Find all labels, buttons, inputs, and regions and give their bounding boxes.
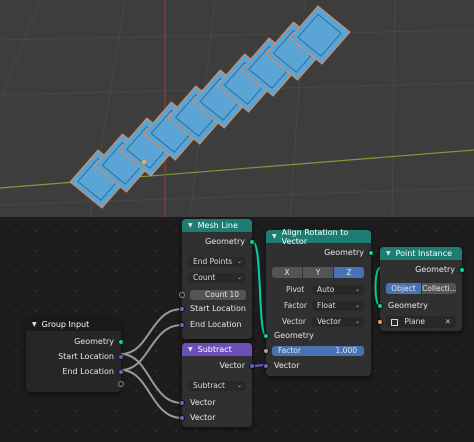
end-location-output-socket[interactable] (118, 369, 124, 375)
geometry-output-socket[interactable] (118, 339, 124, 345)
subtract-title: Subtract (197, 345, 232, 354)
pivot-dropdown[interactable]: Auto ⌄ (312, 285, 364, 295)
factor-type-dropdown[interactable]: Float ⌄ (312, 301, 364, 311)
group-input-header[interactable]: ▼ Group Input (26, 318, 121, 331)
plane-object-icon (391, 318, 398, 326)
align-geometry-input: Geometry (274, 331, 314, 340)
align-rotation-title: Align Rotation to Vector (281, 227, 349, 246)
operation-dropdown[interactable]: Subtract ⌄ (188, 381, 246, 391)
count-method-value: Count (193, 273, 216, 282)
count-value: 10 (229, 290, 239, 299)
align-vector-input: Vector (274, 361, 300, 370)
empty-output-socket[interactable] (118, 381, 124, 387)
align-rotation-header[interactable]: ▼ Align Rotation to Vector (266, 227, 371, 246)
node-editor[interactable]: ▼ Mesh Line Geometry End Points ⌄ Count … (0, 217, 474, 442)
subtract-node[interactable]: ▼ Subtract Vector Subtract ⌄ Vector Vect… (179, 343, 255, 427)
factor-field-value: 1.000 (335, 346, 357, 355)
subtract-vector-output: Vector (219, 361, 246, 370)
vector-type-dropdown[interactable]: Vector ⌄ (312, 317, 364, 327)
object-input-socket[interactable] (377, 319, 383, 325)
group-input-node[interactable]: ▼ Group Input Geometry Start Location En… (26, 318, 124, 392)
pivot-value: Auto (317, 285, 335, 294)
point-instance-geometry-output: Geometry (415, 265, 455, 274)
chevron-down-icon: ⌄ (236, 382, 242, 389)
object-picker[interactable]: Plane ✕ (386, 316, 456, 328)
subtract-vector-a-input: Vector (190, 398, 216, 407)
chevron-down-icon: ⌄ (354, 302, 360, 309)
chevron-down-icon: ⌄ (354, 286, 360, 293)
collapse-arrow-icon[interactable]: ▼ (32, 321, 37, 328)
link-meshline-to-align (252, 241, 267, 337)
collapse-arrow-icon[interactable]: ▼ (188, 346, 193, 353)
count-field[interactable]: Count 10 (190, 290, 246, 300)
chevron-down-icon: ⌄ (354, 318, 360, 325)
factor-type-label: Factor (284, 301, 307, 310)
plane-instances (69, 5, 351, 209)
start-location-input: Start Location (190, 304, 246, 313)
origin-point (141, 159, 147, 165)
group-start-location-output: Start Location (58, 352, 114, 361)
point-instance-node[interactable]: ▼ Point Instance Geometry Object Collect… (377, 247, 465, 331)
align-geometry-output: Geometry (324, 248, 364, 257)
clear-icon[interactable]: ✕ (445, 316, 451, 328)
point-instance-title: Point Instance (395, 249, 453, 258)
end-location-input: End Location (190, 320, 242, 329)
group-end-location-output: End Location (62, 367, 114, 376)
collapse-arrow-icon[interactable]: ▼ (386, 250, 391, 257)
axis-z-button[interactable]: Z (334, 267, 364, 278)
mesh-line-title: Mesh Line (197, 221, 238, 230)
vector-output-socket[interactable] (249, 363, 255, 369)
pivot-label: Pivot (286, 285, 305, 294)
collection-tab-button[interactable]: Collecti... (422, 283, 457, 294)
link-end-to-subtract (120, 369, 183, 419)
viewport-scene (0, 0, 474, 217)
group-input-title: Group Input (41, 320, 90, 329)
subtract-vector-b-input: Vector (190, 413, 216, 422)
start-location-output-socket[interactable] (118, 354, 124, 360)
object-value: Plane (404, 317, 425, 326)
align-rotation-node[interactable]: ▼ Align Rotation to Vector Geometry X Y … (263, 227, 374, 376)
chevron-down-icon: ⌄ (236, 258, 242, 265)
count-input-socket[interactable] (179, 292, 185, 298)
3d-viewport[interactable] (0, 0, 474, 217)
chevron-down-icon: ⌄ (236, 274, 242, 281)
point-instance-header[interactable]: ▼ Point Instance (380, 247, 462, 260)
factor-type-value: Float (317, 301, 336, 310)
operation-value: Subtract (193, 381, 225, 390)
factor-field-label: Factor (278, 346, 301, 355)
group-geometry-output: Geometry (74, 337, 114, 346)
geometry-output-socket[interactable] (249, 239, 255, 245)
count-method-dropdown[interactable]: Count ⌄ (188, 273, 246, 283)
collapse-arrow-icon[interactable]: ▼ (272, 233, 277, 240)
mode-value: End Points (193, 257, 233, 266)
mesh-line-node[interactable]: ▼ Mesh Line Geometry End Points ⌄ Count … (179, 219, 255, 339)
factor-field[interactable]: Factor 1.000 (272, 346, 364, 356)
collapse-arrow-icon[interactable]: ▼ (188, 222, 193, 229)
axis-y-button[interactable]: Y (303, 267, 333, 278)
mesh-line-geometry-output: Geometry (205, 237, 245, 246)
mesh-line-mode-dropdown[interactable]: End Points ⌄ (188, 257, 246, 267)
vector-type-value: Vector (317, 317, 341, 326)
vector-type-label: Vector (282, 317, 306, 326)
subtract-header[interactable]: ▼ Subtract (182, 343, 252, 356)
mesh-line-header[interactable]: ▼ Mesh Line (182, 219, 252, 232)
geometry-output-socket[interactable] (368, 250, 374, 256)
axis-x-button[interactable]: X (272, 267, 302, 278)
count-label: Count (205, 290, 228, 299)
geometry-output-socket[interactable] (459, 267, 465, 273)
point-instance-geometry-input: Geometry (388, 301, 428, 310)
factor-input-socket[interactable] (263, 348, 269, 354)
link-end-to-meshline (120, 324, 183, 371)
object-tab-button[interactable]: Object (386, 283, 421, 294)
